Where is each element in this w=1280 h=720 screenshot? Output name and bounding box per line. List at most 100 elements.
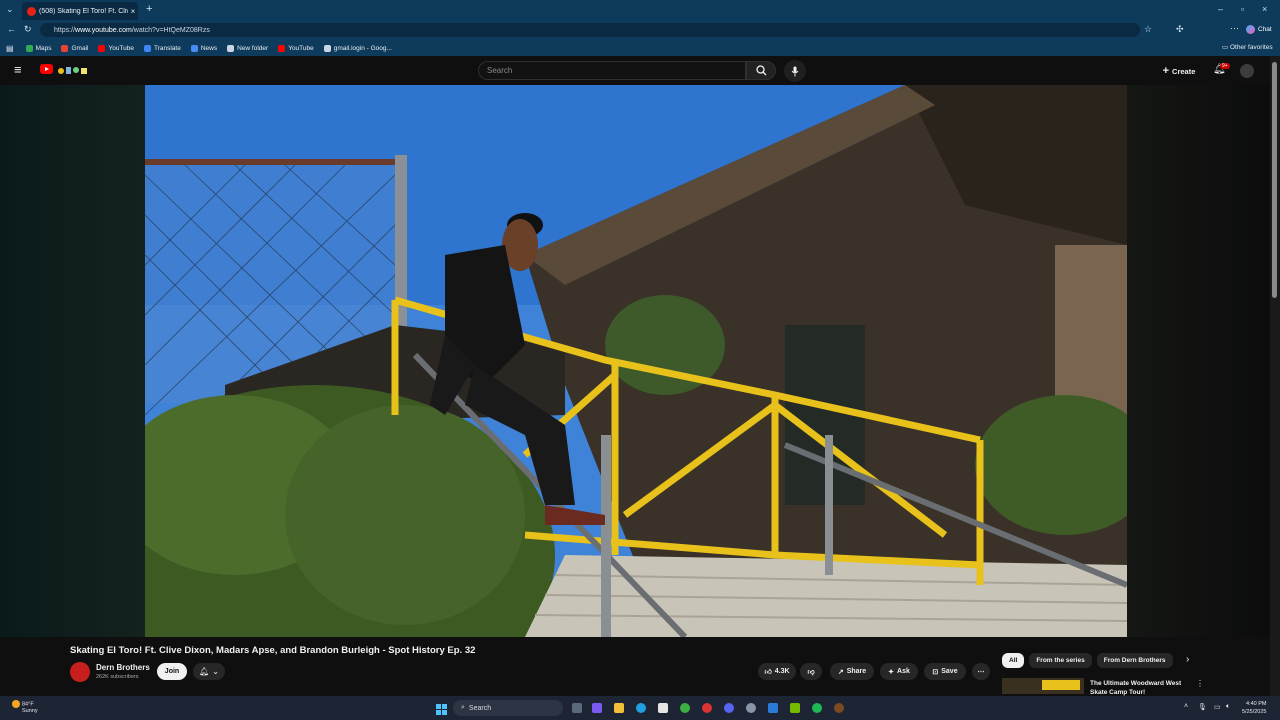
outlook-icon[interactable] <box>768 703 778 713</box>
recommended-video-title[interactable]: The Ultimate Woodward West Skate Camp To… <box>1090 679 1190 697</box>
copilot-chat-button[interactable]: Chat <box>1246 25 1272 34</box>
discord-icon[interactable] <box>724 703 734 713</box>
share-icon: ↗ <box>837 668 844 676</box>
back-icon[interactable]: ← <box>7 24 16 34</box>
sparkle-icon: ✦ <box>888 668 895 676</box>
taskbar-clock[interactable]: 4:40 PM 5/25/2025 <box>1242 700 1266 716</box>
filter-chips: All From the series From Dern Brothers <box>1002 653 1173 668</box>
apps-icon[interactable]: ▤ <box>6 44 14 53</box>
bookmark-label: Gmail <box>71 44 89 52</box>
create-button[interactable]: + Create <box>1158 62 1200 80</box>
youtube-doodle-logo[interactable] <box>56 63 90 75</box>
bookmark-label: Maps <box>35 44 52 52</box>
recommended-more-icon[interactable]: ⋮ <box>1196 679 1204 688</box>
channel-avatar[interactable] <box>70 662 90 682</box>
minimize-icon[interactable]: – <box>1218 4 1223 14</box>
close-tab-icon[interactable]: × <box>128 7 138 16</box>
copilot-icon <box>1246 25 1255 34</box>
recommended-video-thumbnail[interactable] <box>1002 678 1084 694</box>
search-icon: ⌕ <box>461 704 465 711</box>
video-left-blur <box>0 85 145 637</box>
tray-chevron-icon[interactable]: ˄ <box>1184 703 1188 710</box>
bookmark-item[interactable]: Maps <box>25 44 52 52</box>
bookmark-label: YouTube <box>108 44 134 52</box>
scrollbar-thumb[interactable] <box>1272 62 1277 298</box>
chip-all[interactable]: All <box>1002 653 1025 668</box>
account-avatar[interactable] <box>1240 64 1254 78</box>
bookmark-label: YouTube <box>288 44 314 52</box>
tray-volume-icon[interactable]: 🔈︎ <box>1226 703 1230 711</box>
chips-next-arrow-icon[interactable]: › <box>1186 654 1189 665</box>
search-icon <box>755 65 766 76</box>
bookmark-item[interactable]: News <box>190 44 217 52</box>
like-button[interactable]: 👍︎ 4.3K <box>758 663 796 680</box>
bookmark-favicon-icon <box>190 44 198 52</box>
edge-icon[interactable] <box>636 703 646 713</box>
more-actions-button[interactable]: ⋯ <box>972 663 990 680</box>
bookmark-label: Translate <box>154 44 181 52</box>
other-favorites[interactable]: ▭ Other favorites <box>1222 43 1273 51</box>
bookmark-item[interactable]: Translate <box>144 44 181 52</box>
weather-widget[interactable]: 84°F Sunny <box>12 700 38 715</box>
bookmark-item[interactable]: Gmail <box>61 44 89 52</box>
plus-icon: + <box>1162 65 1170 77</box>
browser-tab-active[interactable]: (508) Skating El Toro! Ft. Clive × <box>22 2 138 20</box>
taskbar-search-label: Search <box>468 704 492 712</box>
taskbar-search[interactable]: ⌕ Search <box>453 700 563 716</box>
bookmark-label: New folder <box>237 44 269 52</box>
youtube-logo[interactable] <box>40 64 53 74</box>
sun-icon <box>12 700 20 708</box>
tray-mic-icon[interactable]: 🎙︎ <box>1198 703 1207 711</box>
settings-gear-icon[interactable] <box>746 703 756 713</box>
store-icon[interactable] <box>658 703 668 713</box>
hamburger-menu-icon[interactable]: ≡ <box>14 62 22 77</box>
voice-search-button[interactable] <box>784 60 806 82</box>
share-label: Share <box>846 668 867 675</box>
bookmark-item[interactable]: New folder <box>227 44 269 52</box>
refresh-icon[interactable]: ↻ <box>24 24 32 35</box>
search-button[interactable] <box>746 61 776 80</box>
spotify-icon[interactable] <box>812 703 822 713</box>
bookmark-favicon-icon <box>25 44 33 52</box>
save-button[interactable]: ⊡ Save <box>924 663 966 680</box>
clock-date: 5/25/2025 <box>1242 709 1267 715</box>
new-tab-icon[interactable]: + <box>146 3 152 15</box>
create-label: Create <box>1172 66 1196 76</box>
folder-icon: ▭ <box>1222 44 1230 51</box>
bookmark-item[interactable]: YouTube <box>98 44 134 52</box>
channel-name[interactable]: Dern Brothers <box>96 663 150 672</box>
extensions-icon[interactable]: ✣ <box>1176 24 1184 35</box>
join-button[interactable]: Join <box>157 663 187 680</box>
game-app-icon[interactable] <box>834 703 844 713</box>
search-input[interactable]: Search <box>478 61 746 80</box>
dislike-button[interactable]: 👎︎ <box>800 663 822 680</box>
tray-network-icon[interactable]: ▭ <box>1214 703 1221 711</box>
windows-start-icon[interactable] <box>436 702 447 715</box>
star-icon[interactable]: ☆ <box>1144 24 1152 35</box>
address-bar[interactable]: https://www.youtube.com/watch?v=HtQeMZ08… <box>40 23 1140 37</box>
xbox-icon[interactable] <box>680 703 690 713</box>
maximize-icon[interactable]: ▫ <box>1241 4 1244 14</box>
clock-time: 4:40 PM <box>1245 701 1267 707</box>
like-count: 4.3K <box>774 668 790 675</box>
bookmark-favicon-icon <box>323 44 331 52</box>
chip-from-channel[interactable]: From Dern Brothers <box>1096 653 1173 668</box>
ask-button[interactable]: ✦ Ask <box>880 663 918 680</box>
video-frame[interactable] <box>145 85 1127 637</box>
bookmark-item[interactable]: YouTube <box>278 44 314 52</box>
nvidia-icon[interactable] <box>790 703 800 713</box>
bookmark-item[interactable]: gmail.login - Goog... <box>323 44 392 52</box>
file-explorer-icon[interactable] <box>614 703 624 713</box>
tab-actions-chevron-icon[interactable]: ⌄ <box>6 4 14 15</box>
thumbs-up-icon: 👍︎ <box>764 669 772 676</box>
app-icon-red[interactable] <box>702 703 712 713</box>
chip-from-series[interactable]: From the series <box>1029 653 1092 668</box>
chevron-down-icon: ⌄ <box>212 667 219 676</box>
task-view-icon[interactable] <box>572 703 582 713</box>
more-menu-icon[interactable]: ⋯ <box>1230 23 1239 34</box>
share-button[interactable]: ↗ Share <box>830 663 874 680</box>
notification-count-badge: 9+ <box>1220 63 1230 69</box>
copilot-taskbar-icon[interactable] <box>592 703 602 713</box>
subscription-bell-button[interactable]: 🔔︎ ⌄ <box>193 663 225 680</box>
window-close-icon[interactable]: × <box>1262 4 1267 14</box>
